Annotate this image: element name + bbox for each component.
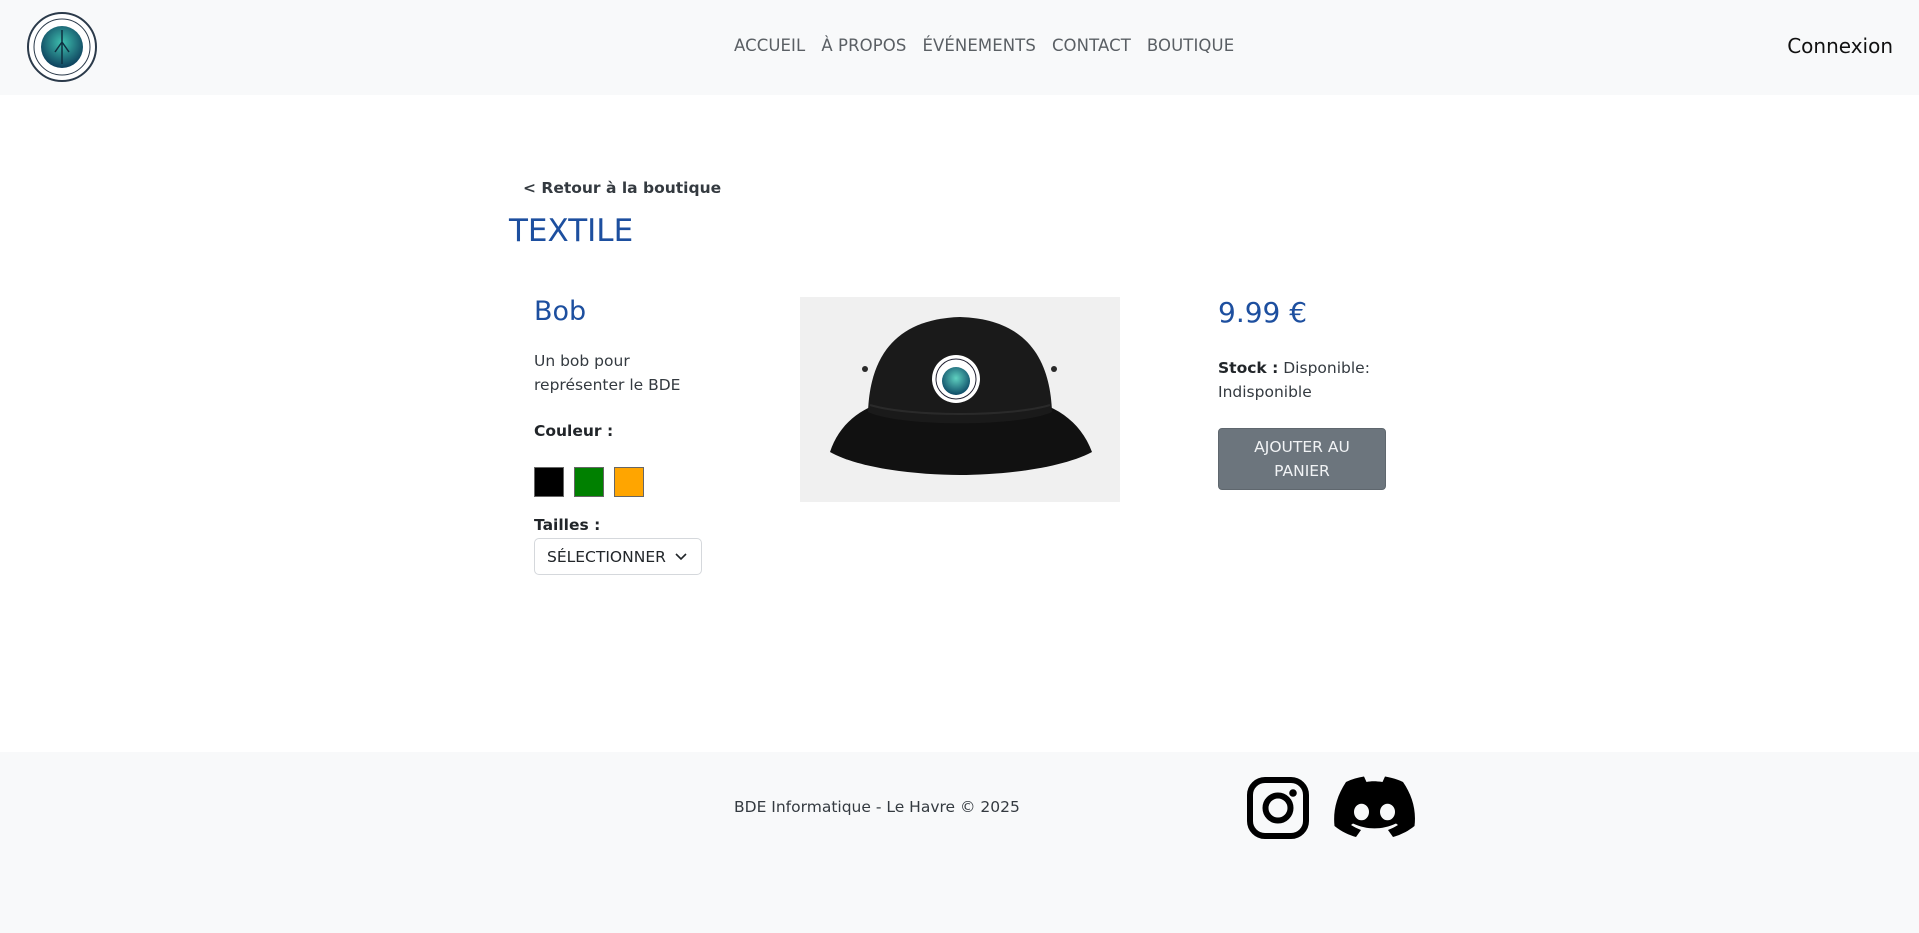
chevron-down-icon [675,553,687,561]
add-to-cart-button[interactable]: AJOUTER AU PANIER [1218,428,1386,490]
nav-a-propos[interactable]: À PROPOS [821,36,906,55]
instagram-icon[interactable] [1246,776,1310,840]
size-select[interactable]: SÉLECTIONNER [534,538,702,575]
color-swatch-orange[interactable] [614,467,644,497]
back-to-shop-link[interactable]: < Retour à la boutique [523,179,721,197]
product-image [800,297,1120,502]
login-link[interactable]: Connexion [1787,34,1893,58]
stock-label: Stock : [1218,359,1279,377]
product-name: Bob [534,296,587,327]
bucket-hat-image [830,317,1092,475]
discord-icon[interactable] [1333,776,1416,840]
footer [0,752,1919,933]
nav-accueil[interactable]: ACCUEIL [734,36,805,55]
nav-boutique[interactable]: BOUTIQUE [1147,36,1234,55]
size-select-value: SÉLECTIONNER [547,547,666,566]
color-label: Couleur : [534,422,614,440]
stock-info: Stock : Disponible: Indisponible [1218,356,1378,404]
nav-contact[interactable]: CONTACT [1052,36,1131,55]
category-title: TEXTILE [509,213,634,249]
nav-evenements[interactable]: ÉVÉNEMENTS [922,36,1035,55]
product-description: Un bob pour représenter le BDE [534,352,681,394]
bde-logo-icon[interactable] [27,12,97,82]
color-swatch-green[interactable] [574,467,604,497]
main-nav: ACCUEIL À PROPOS ÉVÉNEMENTS CONTACT BOUT… [734,36,1250,55]
color-swatches [534,467,654,497]
size-label: Tailles : [534,516,601,534]
navbar: ACCUEIL À PROPOS ÉVÉNEMENTS CONTACT BOUT… [0,0,1919,95]
color-swatch-black[interactable] [534,467,564,497]
footer-copyright: BDE Informatique - Le Havre © 2025 [734,798,1020,816]
product-price: 9.99 € [1218,296,1308,329]
